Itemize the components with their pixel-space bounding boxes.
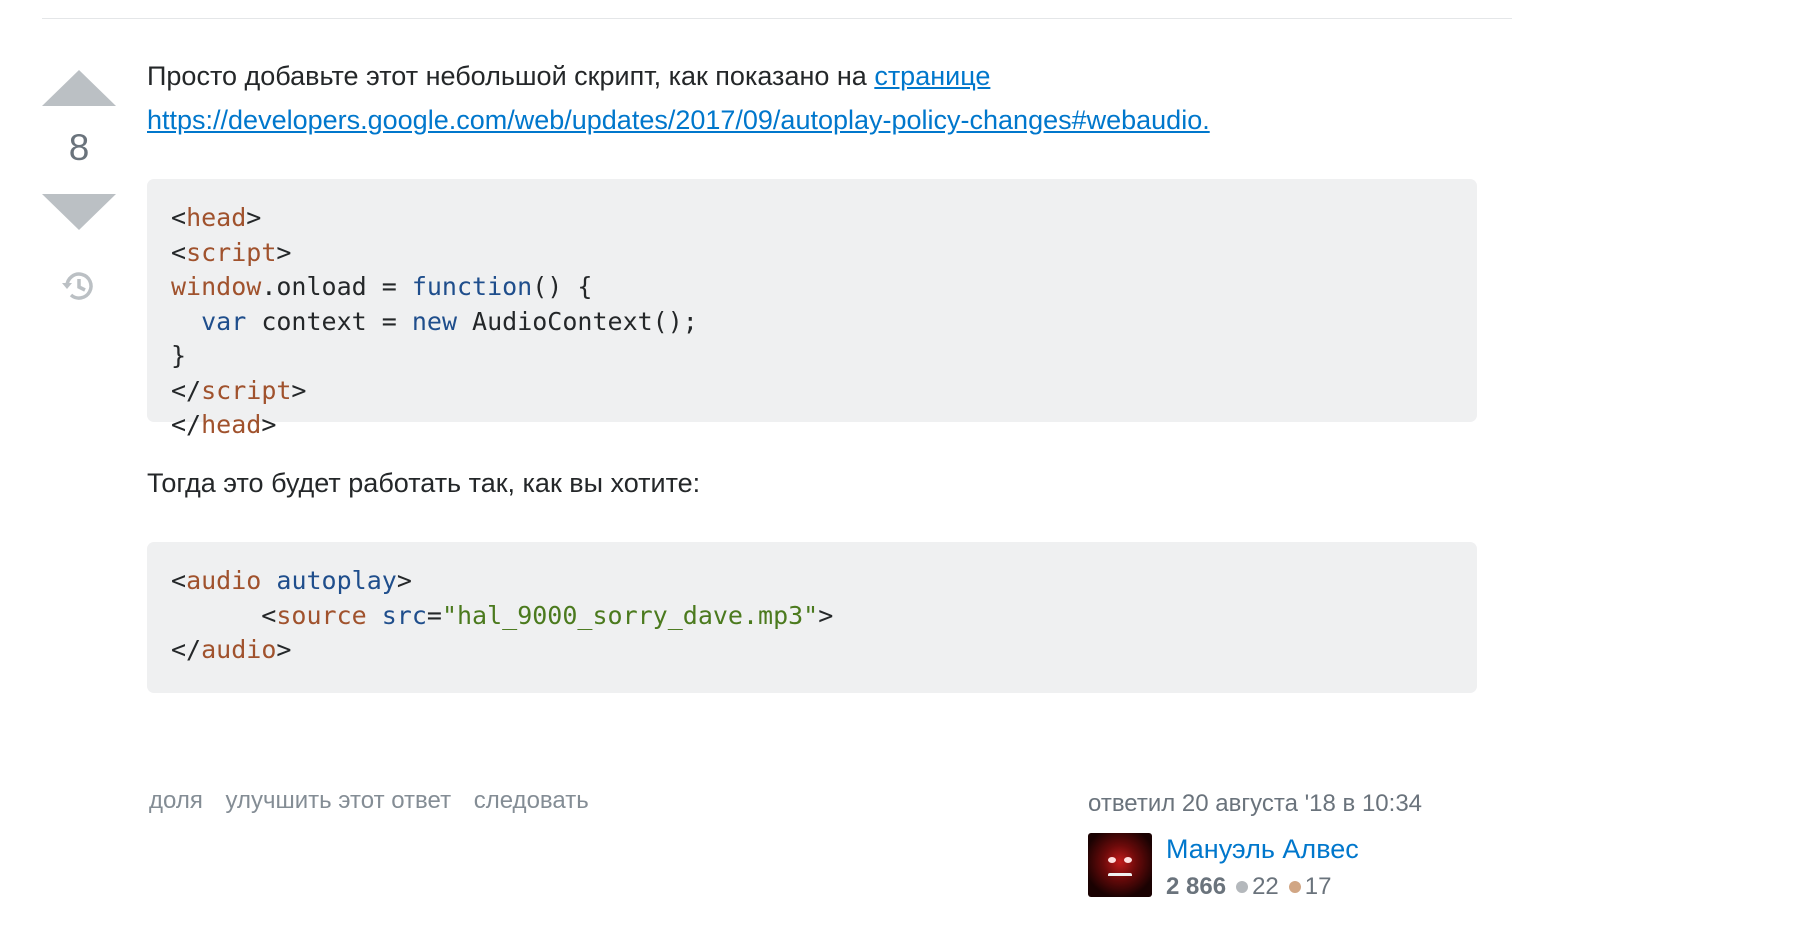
user-signature: ответил 20 августа '18 в 10:34 Мануэль А…: [1088, 790, 1422, 901]
share-link[interactable]: доля: [149, 787, 203, 814]
downvote-arrow-icon[interactable]: [42, 194, 116, 230]
user-name-link[interactable]: Мануэль Алвес: [1166, 833, 1359, 865]
answer-middle-paragraph: Тогда это будет работать так, как вы хот…: [147, 468, 701, 498]
answer-intro-paragraph: Просто добавьте этот небольшой скрипт, к…: [147, 54, 1477, 142]
history-icon[interactable]: [59, 266, 99, 306]
developers-url-link[interactable]: https://developers.google.com/web/update…: [147, 105, 1210, 135]
intro-text: Просто добавьте этот небольшой скрипт, к…: [147, 61, 875, 91]
user-details: Мануэль Алвес 2 866 22 17: [1166, 833, 1359, 901]
reputation-score: 2 866: [1166, 873, 1227, 900]
reputation-row: 2 866 22 17: [1166, 873, 1359, 901]
bronze-badge-icon: [1288, 880, 1301, 893]
avatar[interactable]: [1088, 833, 1152, 897]
user-info: Мануэль Алвес 2 866 22 17: [1088, 833, 1422, 901]
post-menu: доля улучшить этот ответ следовать: [149, 787, 605, 815]
bronze-badge-count: 17: [1304, 873, 1332, 900]
page-link[interactable]: странице: [874, 61, 990, 91]
answer-body: Просто добавьте этот небольшой скрипт, к…: [147, 54, 1477, 693]
improve-answer-link[interactable]: улучшить этот ответ: [226, 787, 452, 814]
silver-badge-count: 22: [1252, 873, 1279, 900]
vote-count: 8: [68, 127, 90, 168]
vote-cell: 8: [42, 70, 116, 306]
answered-time: ответил 20 августа '18 в 10:34: [1088, 790, 1423, 817]
top-divider: [42, 18, 1512, 19]
upvote-arrow-icon[interactable]: [42, 70, 116, 106]
silver-badge-icon: [1236, 880, 1249, 893]
code-block-head: <head> <script> window.onload = function…: [147, 179, 1477, 439]
follow-link[interactable]: следовать: [474, 787, 589, 814]
code-block-audio: <audio autoplay> <source src="hal_9000_s…: [147, 542, 1477, 693]
